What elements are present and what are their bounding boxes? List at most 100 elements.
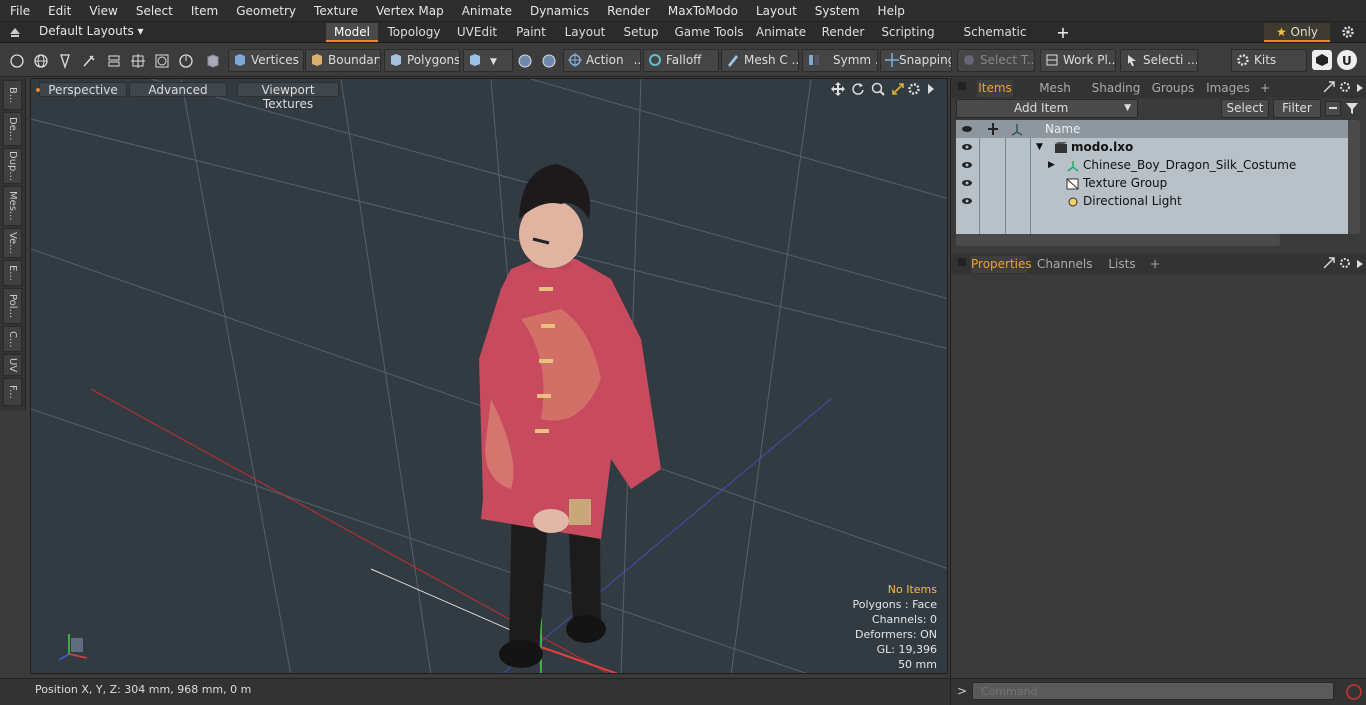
layout-up-icon[interactable] — [8, 25, 22, 39]
props-menu-icon[interactable] — [958, 258, 966, 266]
tab-properties[interactable]: Properties — [971, 256, 1032, 273]
funnel-icon[interactable] — [1345, 101, 1359, 118]
left-tab-duplicate[interactable]: Dup... — [3, 148, 22, 184]
menu-dynamics[interactable]: Dynamics — [521, 4, 598, 18]
item-row-modo[interactable]: ▼ modo.lxo — [956, 138, 1348, 156]
command-input[interactable] — [972, 682, 1334, 700]
tab-images[interactable]: Images — [1205, 80, 1251, 97]
filter-button[interactable]: Filter — [1273, 99, 1321, 118]
snapping-button[interactable]: Snapping — [880, 49, 952, 72]
props-expand-icon[interactable] — [1323, 257, 1335, 272]
unreal-icon[interactable]: U — [1337, 50, 1357, 70]
boundary-button[interactable]: Boundary — [305, 49, 381, 72]
menu-item[interactable]: Item — [182, 4, 227, 18]
item-row-directional-light[interactable]: Directional Light — [956, 192, 1348, 210]
items-arrow-icon[interactable] — [1356, 82, 1364, 96]
collapse-icon[interactable] — [1325, 101, 1341, 116]
unity-icon[interactable] — [1312, 50, 1332, 70]
props-arrow-icon[interactable] — [1356, 258, 1364, 272]
select-button[interactable]: Select — [1221, 99, 1269, 118]
left-tab-fusion[interactable]: F... — [3, 378, 22, 406]
tab-mesh-ops[interactable]: Mesh Ops — [1027, 80, 1083, 112]
action-center-button[interactable]: Action... — [563, 49, 641, 72]
3d-viewport[interactable]: Perspective Advanced Viewport Textures N… — [30, 78, 948, 674]
tab-animate[interactable]: Animate — [754, 23, 808, 42]
rotate-view-icon[interactable] — [851, 82, 865, 99]
menu-file[interactable]: File — [0, 4, 39, 18]
advanced-button[interactable]: Advanced — [129, 82, 227, 97]
viewport-textures-button[interactable]: Viewport Textures — [237, 82, 339, 111]
select-through-button[interactable]: Select T... — [957, 49, 1035, 72]
transform-icon[interactable] — [127, 49, 149, 72]
tab-topology[interactable]: Topology — [384, 23, 444, 42]
add-props-tab-button[interactable]: + — [1149, 256, 1161, 273]
item-row-texture-group[interactable]: Texture Group — [956, 174, 1348, 192]
tab-items[interactable]: Items — [977, 80, 1013, 97]
left-tab-basic[interactable]: B... — [3, 80, 22, 110]
menu-maxtomodo[interactable]: MaxToModo — [659, 4, 747, 18]
align-icon[interactable] — [103, 49, 125, 72]
add-items-tab-button[interactable]: + — [1259, 80, 1271, 97]
material-mode-button[interactable]: ▼ — [463, 49, 513, 72]
record-icon[interactable] — [1345, 683, 1363, 704]
menu-view[interactable]: View — [80, 4, 126, 18]
eye-icon[interactable] — [960, 192, 974, 215]
left-tab-deform[interactable]: De... — [3, 112, 22, 146]
tab-uvedit[interactable]: UVEdit — [452, 23, 502, 42]
left-tab-edge[interactable]: E... — [3, 260, 22, 286]
menu-help[interactable]: Help — [869, 4, 914, 18]
globe-icon[interactable] — [30, 49, 52, 72]
collapse-arrow-icon[interactable]: ▼ — [1036, 138, 1043, 156]
sym-shield-icon[interactable] — [514, 49, 536, 72]
menu-geometry[interactable]: Geometry — [227, 4, 305, 18]
zoom-view-icon[interactable] — [871, 82, 885, 99]
kits-button[interactable]: Kits — [1231, 49, 1307, 72]
item-row-costume[interactable]: ▶ Chinese_Boy_Dragon_Silk_Costume — [956, 156, 1348, 174]
select-circle-icon[interactable] — [6, 49, 28, 72]
viewport-arrow-icon[interactable] — [926, 83, 936, 98]
mesh-constraints-button[interactable]: Mesh C ... — [721, 49, 799, 72]
menu-edit[interactable]: Edit — [39, 4, 80, 18]
menu-texture[interactable]: Texture — [305, 4, 367, 18]
tab-schematic-fusion[interactable]: Schematic Fusion — [946, 23, 1044, 58]
tab-game-tools[interactable]: Game Tools — [672, 23, 746, 42]
pen-icon[interactable] — [54, 49, 76, 72]
left-tab-mesh-edit[interactable]: Mes... — [3, 186, 22, 226]
default-layouts-dropdown[interactable]: Default Layouts ▾ — [39, 24, 144, 38]
menu-system[interactable]: System — [806, 4, 869, 18]
items-gear-icon[interactable] — [1339, 81, 1351, 96]
tab-model[interactable]: Model — [326, 23, 378, 42]
work-plane-button[interactable]: Work Pl... — [1040, 49, 1116, 72]
left-tab-vertex[interactable]: Ve... — [3, 228, 22, 258]
tab-groups[interactable]: Groups — [1151, 80, 1195, 97]
maximize-view-icon[interactable] — [891, 82, 905, 99]
tab-scripting[interactable]: Scripting — [878, 23, 938, 42]
menu-animate[interactable]: Animate — [453, 4, 521, 18]
sym-shield-2-icon[interactable] — [538, 49, 560, 72]
panel-menu-icon[interactable] — [958, 82, 966, 90]
expand-panel-icon[interactable] — [1323, 81, 1335, 96]
menu-layout[interactable]: Layout — [747, 4, 806, 18]
tab-setup[interactable]: Setup — [618, 23, 664, 42]
menu-render[interactable]: Render — [598, 4, 659, 18]
items-vertical-scrollbar[interactable] — [1348, 120, 1360, 234]
left-tab-uv[interactable]: UV — [3, 354, 22, 376]
falloff-button[interactable]: Falloff — [643, 49, 719, 72]
tab-paint[interactable]: Paint — [510, 23, 552, 42]
brush-icon[interactable] — [78, 49, 100, 72]
selection-sets-button[interactable]: Selecti ... — [1120, 49, 1198, 72]
add-tab-button[interactable]: + — [1052, 23, 1074, 42]
add-item-button[interactable]: Add Item ▼ — [956, 99, 1138, 118]
vertices-button[interactable]: Vertices — [228, 49, 304, 72]
gear-icon[interactable] — [1341, 25, 1355, 42]
item-mode-icon[interactable] — [202, 49, 224, 72]
tab-render[interactable]: Render — [816, 23, 870, 42]
tab-shading[interactable]: Shading — [1091, 80, 1141, 97]
move-view-icon[interactable] — [831, 82, 845, 99]
menu-vertex-map[interactable]: Vertex Map — [367, 4, 453, 18]
only-toggle[interactable]: ★ Only — [1264, 23, 1330, 42]
timer-icon[interactable] — [175, 49, 197, 72]
tab-layout[interactable]: Layout — [560, 23, 610, 42]
tab-channels[interactable]: Channels — [1037, 256, 1093, 273]
perspective-button[interactable]: Perspective — [36, 82, 127, 97]
